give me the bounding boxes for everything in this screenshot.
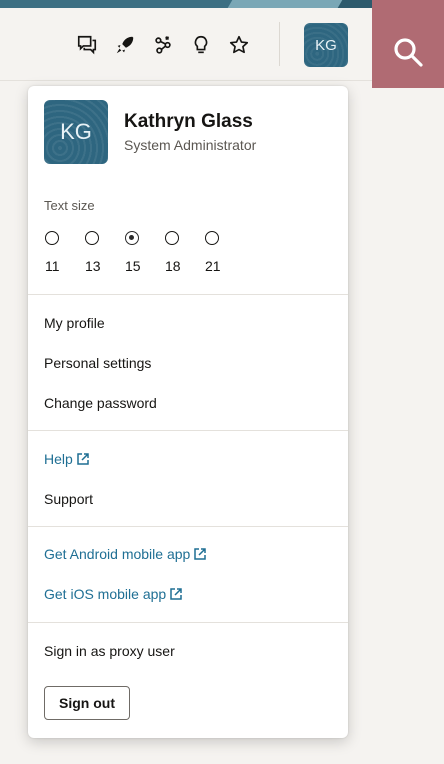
android-app-link[interactable]: Get Android mobile app	[44, 546, 207, 562]
text-size-radio-18[interactable]	[165, 231, 179, 245]
search-icon	[394, 38, 423, 67]
user-menu-dropdown: KG Kathryn Glass System Administrator Te…	[28, 86, 348, 738]
text-size-label-11: 11	[45, 258, 60, 274]
my-profile-item[interactable]: My profile	[44, 315, 105, 331]
user-role: System Administrator	[124, 137, 257, 153]
favorites-star-icon[interactable]	[228, 34, 250, 56]
sign-out-button[interactable]: Sign out	[44, 686, 130, 720]
user-name: Kathryn Glass	[124, 111, 253, 132]
text-size-radio-13[interactable]	[85, 231, 99, 245]
support-item[interactable]: Support	[44, 491, 93, 507]
search-button[interactable]	[372, 0, 444, 88]
text-size-radio-15[interactable]	[125, 231, 139, 245]
proxy-sign-in-item[interactable]: Sign in as proxy user	[44, 643, 175, 659]
menu-divider	[28, 430, 348, 431]
help-link-label: Help	[44, 451, 73, 467]
menu-divider	[28, 622, 348, 623]
messages-icon[interactable]	[76, 34, 98, 56]
menu-divider	[28, 526, 348, 527]
user-avatar-button[interactable]: KG	[304, 23, 348, 67]
text-size-label-13: 13	[85, 258, 101, 274]
text-size-label-21: 21	[205, 258, 221, 274]
external-link-icon	[169, 587, 183, 601]
lightbulb-icon[interactable]	[190, 34, 212, 56]
rocket-icon[interactable]	[114, 34, 136, 56]
text-size-label-15: 15	[125, 258, 141, 274]
ios-app-link[interactable]: Get iOS mobile app	[44, 586, 183, 602]
help-link[interactable]: Help	[44, 451, 90, 467]
text-size-label-18: 18	[165, 258, 181, 274]
external-link-icon	[193, 547, 207, 561]
user-avatar: KG	[44, 100, 108, 164]
android-app-link-label: Get Android mobile app	[44, 546, 191, 562]
personal-settings-item[interactable]: Personal settings	[44, 355, 151, 371]
quick-actions-icon[interactable]	[152, 34, 174, 56]
menu-divider	[28, 294, 348, 295]
change-password-item[interactable]: Change password	[44, 395, 157, 411]
external-link-icon	[76, 452, 90, 466]
text-size-radio-11[interactable]	[45, 231, 59, 245]
ios-app-link-label: Get iOS mobile app	[44, 586, 167, 602]
global-header: KG	[0, 0, 444, 88]
header-divider	[279, 22, 280, 66]
text-size-radio-21[interactable]	[205, 231, 219, 245]
text-size-label: Text size	[44, 198, 95, 213]
